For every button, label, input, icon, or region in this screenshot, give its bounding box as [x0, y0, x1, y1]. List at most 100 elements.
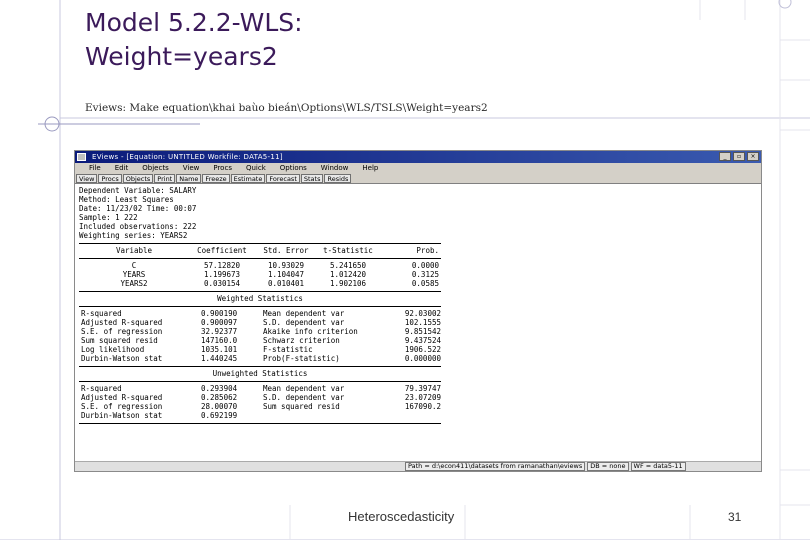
resids-button[interactable]: Resids: [324, 173, 352, 183]
stat-label: Sum squared resid: [81, 336, 158, 345]
cell-coef: 57.12820: [203, 261, 241, 270]
stat-label: Schwarz criterion: [263, 336, 340, 345]
equation-toolbar: View Procs Objects Print Name Freeze Est…: [75, 173, 761, 184]
stat-value: 167090.2: [404, 402, 441, 411]
view-button[interactable]: View: [76, 173, 98, 183]
stat-row: Adjusted R-squared 0.900097 S.D. depende…: [79, 318, 449, 327]
stat-label: Log likelihood: [81, 345, 145, 354]
col-prob: Prob.: [416, 246, 439, 255]
divider: [79, 366, 441, 367]
stat-label: Akaike info criterion: [263, 327, 358, 336]
window-controls: _ ▫ ×: [719, 152, 759, 161]
stat-value: 28.00070: [201, 402, 238, 411]
divider: [79, 243, 441, 244]
print-button[interactable]: Print: [154, 173, 176, 183]
stat-value: 9.851542: [404, 327, 441, 336]
menu-edit[interactable]: Edit: [115, 164, 129, 172]
header-sample: Sample: 1 222: [79, 213, 138, 222]
status-wf: WF = data5-11: [630, 462, 686, 471]
stat-value: 1035.101: [201, 345, 238, 354]
procs-button[interactable]: Procs: [98, 173, 122, 183]
forecast-button[interactable]: Forecast: [266, 173, 300, 183]
stat-label: Adjusted R-squared: [81, 318, 163, 327]
stat-label: Mean dependent var: [263, 309, 345, 318]
stat-value: 147160.0: [201, 336, 238, 345]
regression-output: Dependent Variable: SALARY Method: Least…: [79, 186, 449, 426]
stat-value: 9.437524: [404, 336, 441, 345]
menu-quick[interactable]: Quick: [246, 164, 266, 172]
unweighted-statistics-title: Unweighted Statistics: [212, 369, 308, 378]
cell-se: 10.93029: [267, 261, 305, 270]
freeze-button[interactable]: Freeze: [202, 173, 230, 183]
stat-value: 1906.522: [404, 345, 441, 354]
stat-label: Durbin-Watson stat: [81, 354, 163, 363]
stat-label: S.E. of regression: [81, 402, 163, 411]
cell-t: 1.012420: [329, 270, 367, 279]
restore-icon[interactable]: ▫: [733, 152, 745, 161]
page-number: 31: [728, 510, 742, 524]
menu-options[interactable]: Options: [280, 164, 307, 172]
stats-button[interactable]: Stats: [300, 173, 324, 183]
menu-objects[interactable]: Objects: [142, 164, 168, 172]
stat-label: [261, 411, 383, 420]
estimate-button[interactable]: Estimate: [230, 173, 266, 183]
app-icon: [77, 153, 86, 161]
menu-window[interactable]: Window: [321, 164, 349, 172]
divider: [79, 423, 441, 424]
objects-button[interactable]: Objects: [122, 173, 154, 183]
stat-value: 0.293904: [201, 384, 238, 393]
stat-row: Sum squared resid 147160.0 Schwarz crite…: [79, 336, 449, 345]
divider: [79, 306, 441, 307]
slide-subtitle: Eviews: Make equation\khai baùo bieán\Op…: [85, 102, 488, 114]
cell-t: 5.241650: [329, 261, 367, 270]
menu-help[interactable]: Help: [362, 164, 378, 172]
col-coefficient: Coefficient: [197, 246, 247, 255]
cell-var: YEARS: [122, 270, 146, 279]
header-method: Method: Least Squares: [79, 195, 174, 204]
eviews-window: EViews - [Equation: UNTITLED Workfile: D…: [74, 150, 762, 472]
stat-label: F-statistic: [263, 345, 313, 354]
stat-value: 0.000000: [404, 354, 441, 363]
cell-var: C: [131, 261, 137, 270]
slide-title: Model 5.2.2-WLS: Weight=years2: [85, 6, 303, 74]
cell-coef: 1.199673: [203, 270, 241, 279]
menu-file[interactable]: File: [89, 164, 101, 172]
stat-row: Durbin-Watson stat 1.440245 Prob(F-stati…: [79, 354, 449, 363]
slide-title-line1: Model 5.2.2-WLS:: [85, 8, 303, 37]
menu-procs[interactable]: Procs: [213, 164, 232, 172]
stat-label: Prob(F-statistic): [263, 354, 340, 363]
stat-value: [383, 411, 441, 420]
header-weighting: Weighting series: YEARS2: [79, 231, 188, 240]
window-titlebar[interactable]: EViews - [Equation: UNTITLED Workfile: D…: [75, 151, 761, 163]
table-row: C 57.12820 10.93029 5.241650 0.0000: [79, 261, 449, 270]
stat-row: Durbin-Watson stat 0.692199: [79, 411, 449, 420]
column-headers: Variable Coefficient Std. Error t-Statis…: [79, 246, 449, 255]
stat-value: 0.900190: [201, 309, 238, 318]
stat-value: 0.900097: [201, 318, 238, 327]
close-icon[interactable]: ×: [747, 152, 759, 161]
col-std-error: Std. Error: [263, 246, 309, 255]
stat-label: S.D. dependent var: [263, 393, 345, 402]
stat-row: S.E. of regression 28.00070 Sum squared …: [79, 402, 449, 411]
weighted-statistics-title: Weighted Statistics: [217, 294, 303, 303]
stat-value: 0.285062: [201, 393, 238, 402]
name-button[interactable]: Name: [176, 173, 202, 183]
stat-value: 0.692199: [201, 411, 238, 420]
slide-title-line2: Weight=years2: [85, 42, 278, 71]
cell-var: YEARS2: [120, 279, 148, 288]
stat-row: S.E. of regression 32.92377 Akaike info …: [79, 327, 449, 336]
cell-p: 0.0585: [411, 279, 439, 288]
stat-row: R-squared 0.293904 Mean dependent var 79…: [79, 384, 449, 393]
menu-view[interactable]: View: [183, 164, 200, 172]
stat-label: Adjusted R-squared: [81, 393, 163, 402]
header-date: Date: 11/23/02 Time: 00:07: [79, 204, 197, 213]
status-db: DB = none: [587, 462, 629, 471]
header-observations: Included observations: 222: [79, 222, 197, 231]
table-row: YEARS2 0.030154 0.010401 1.902106 0.0585: [79, 279, 449, 288]
minimize-icon[interactable]: _: [719, 152, 731, 161]
window-title: EViews - [Equation: UNTITLED Workfile: D…: [92, 153, 283, 161]
stat-label: R-squared: [81, 309, 122, 318]
stat-row: Adjusted R-squared 0.285062 S.D. depende…: [79, 393, 449, 402]
cell-se: 1.104047: [267, 270, 305, 279]
stat-label: Durbin-Watson stat: [81, 411, 163, 420]
